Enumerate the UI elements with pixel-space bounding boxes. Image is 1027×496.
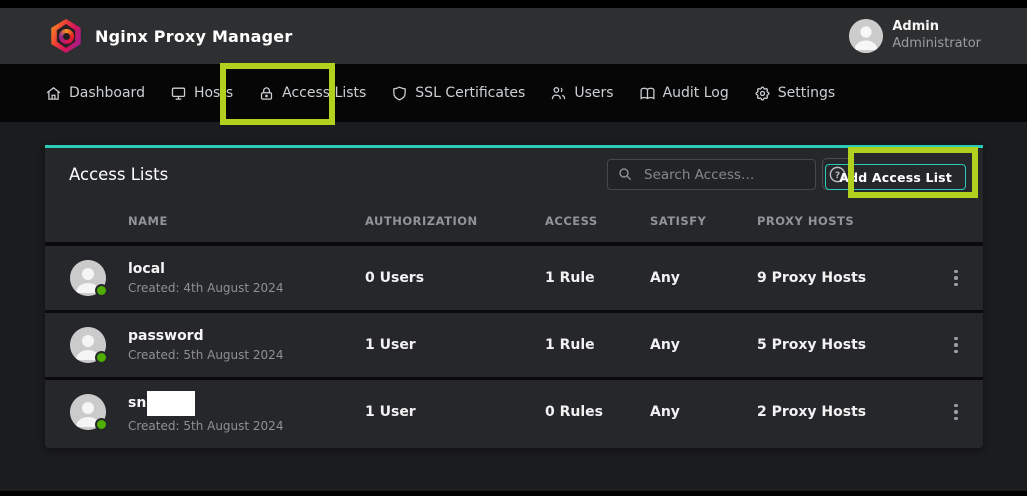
name-cell: sn Created: 5th August 2024 [128,391,365,433]
nav-label: Users [574,85,613,101]
proxy-hosts-cell: 9 Proxy Hosts [757,270,948,286]
user-menu[interactable]: Admin Administrator [849,19,981,53]
column-header-proxy-hosts: PROXY HOSTS [757,214,948,228]
access-lists-card: Access Lists ? Add Access List [45,145,983,448]
users-icon [550,85,567,102]
nav-item-users[interactable]: Users [550,85,613,102]
table-row[interactable]: password Created: 5th August 2024 1 User… [45,313,983,377]
nav-label: Dashboard [69,85,145,101]
access-list-name: sn [128,395,146,413]
row-menu-kebab-icon[interactable] [948,266,964,291]
column-header-name: NAME [128,214,365,228]
user-role: Administrator [892,36,981,53]
created-date: Created: 5th August 2024 [128,419,365,433]
add-access-list-button[interactable]: Add Access List [825,164,966,190]
proxy-hosts-cell: 2 Proxy Hosts [757,404,948,420]
status-online-dot [95,351,108,364]
person-icon [849,19,883,53]
nav-label: SSL Certificates [415,85,525,101]
nav-item-access-lists[interactable]: Access Lists [258,85,366,102]
table-header-row: NAME AUTHORIZATION ACCESS SATISFY PROXY … [45,200,983,242]
proxy-hosts-cell: 5 Proxy Hosts [757,337,948,353]
column-header-satisfy: SATISFY [650,214,757,228]
nav-label: Hosts [194,85,233,101]
row-menu-kebab-icon[interactable] [948,333,964,358]
page-title: Access Lists [69,165,168,184]
row-menu-kebab-icon[interactable] [948,400,964,425]
user-meta: Admin Administrator [892,19,981,53]
table-row[interactable]: sn Created: 5th August 2024 1 User 0 Rul… [45,380,983,444]
lock-icon [258,85,275,102]
access-cell: 1 Rule [545,337,650,353]
nav-item-hosts[interactable]: Hosts [170,85,233,102]
satisfy-cell: Any [650,270,757,286]
satisfy-cell: Any [650,337,757,353]
name-cell: local Created: 4th August 2024 [128,261,365,296]
screen: Nginx Proxy Manager Admin Administrator … [0,0,1027,496]
nginx-proxy-manager-logo-icon [50,19,82,53]
gear-icon [754,85,771,102]
home-icon [45,85,62,102]
nav-label: Audit Log [663,85,729,101]
authorization-cell: 0 Users [365,270,545,286]
page-content: Access Lists ? Add Access List [0,122,1027,491]
authorization-cell: 1 User [365,337,545,353]
created-date: Created: 4th August 2024 [128,281,365,295]
redaction-box [147,391,195,416]
nav-label: Access Lists [282,85,366,101]
book-icon [639,85,656,102]
app-title: Nginx Proxy Manager [95,27,292,46]
access-cell: 0 Rules [545,404,650,420]
satisfy-cell: Any [650,404,757,420]
main-nav: Dashboard Hosts Access Lists SSL Certifi… [0,64,1027,122]
column-header-authorization: AUTHORIZATION [365,214,545,228]
nav-item-audit-log[interactable]: Audit Log [639,85,729,102]
nav-item-settings[interactable]: Settings [754,85,835,102]
status-online-dot [95,284,108,297]
user-avatar[interactable] [849,19,883,53]
access-cell: 1 Rule [545,270,650,286]
name-cell: password Created: 5th August 2024 [128,328,365,363]
authorization-cell: 1 User [365,404,545,420]
user-name: Admin [892,19,981,36]
column-header-access: ACCESS [545,214,650,228]
row-avatar-cell [70,327,106,363]
search-input[interactable] [607,159,816,190]
monitor-icon [170,85,187,102]
shield-icon [391,85,408,102]
access-list-name: password [128,328,204,346]
search-wrap [607,159,816,190]
row-avatar-cell [70,260,106,296]
top-header-bar: Nginx Proxy Manager Admin Administrator [0,8,1027,64]
nav-label: Settings [778,85,835,101]
access-list-name: local [128,261,165,279]
status-online-dot [95,418,108,431]
created-date: Created: 5th August 2024 [128,348,365,362]
nav-item-ssl-certificates[interactable]: SSL Certificates [391,85,525,102]
nav-item-dashboard[interactable]: Dashboard [45,85,145,102]
row-avatar-cell [70,394,106,430]
card-header: Access Lists ? Add Access List [45,148,983,200]
table-row[interactable]: local Created: 4th August 2024 0 Users 1… [45,246,983,310]
